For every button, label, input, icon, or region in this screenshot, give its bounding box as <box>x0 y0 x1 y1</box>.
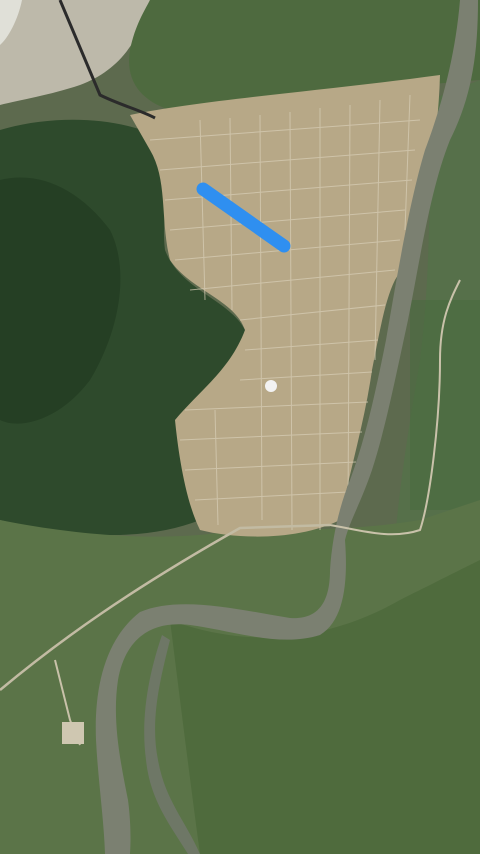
satellite-map[interactable] <box>0 0 480 854</box>
farm-building <box>62 722 84 744</box>
map-canvas[interactable] <box>0 0 480 854</box>
eastern-fields <box>410 300 480 510</box>
location-marker[interactable] <box>265 380 277 392</box>
